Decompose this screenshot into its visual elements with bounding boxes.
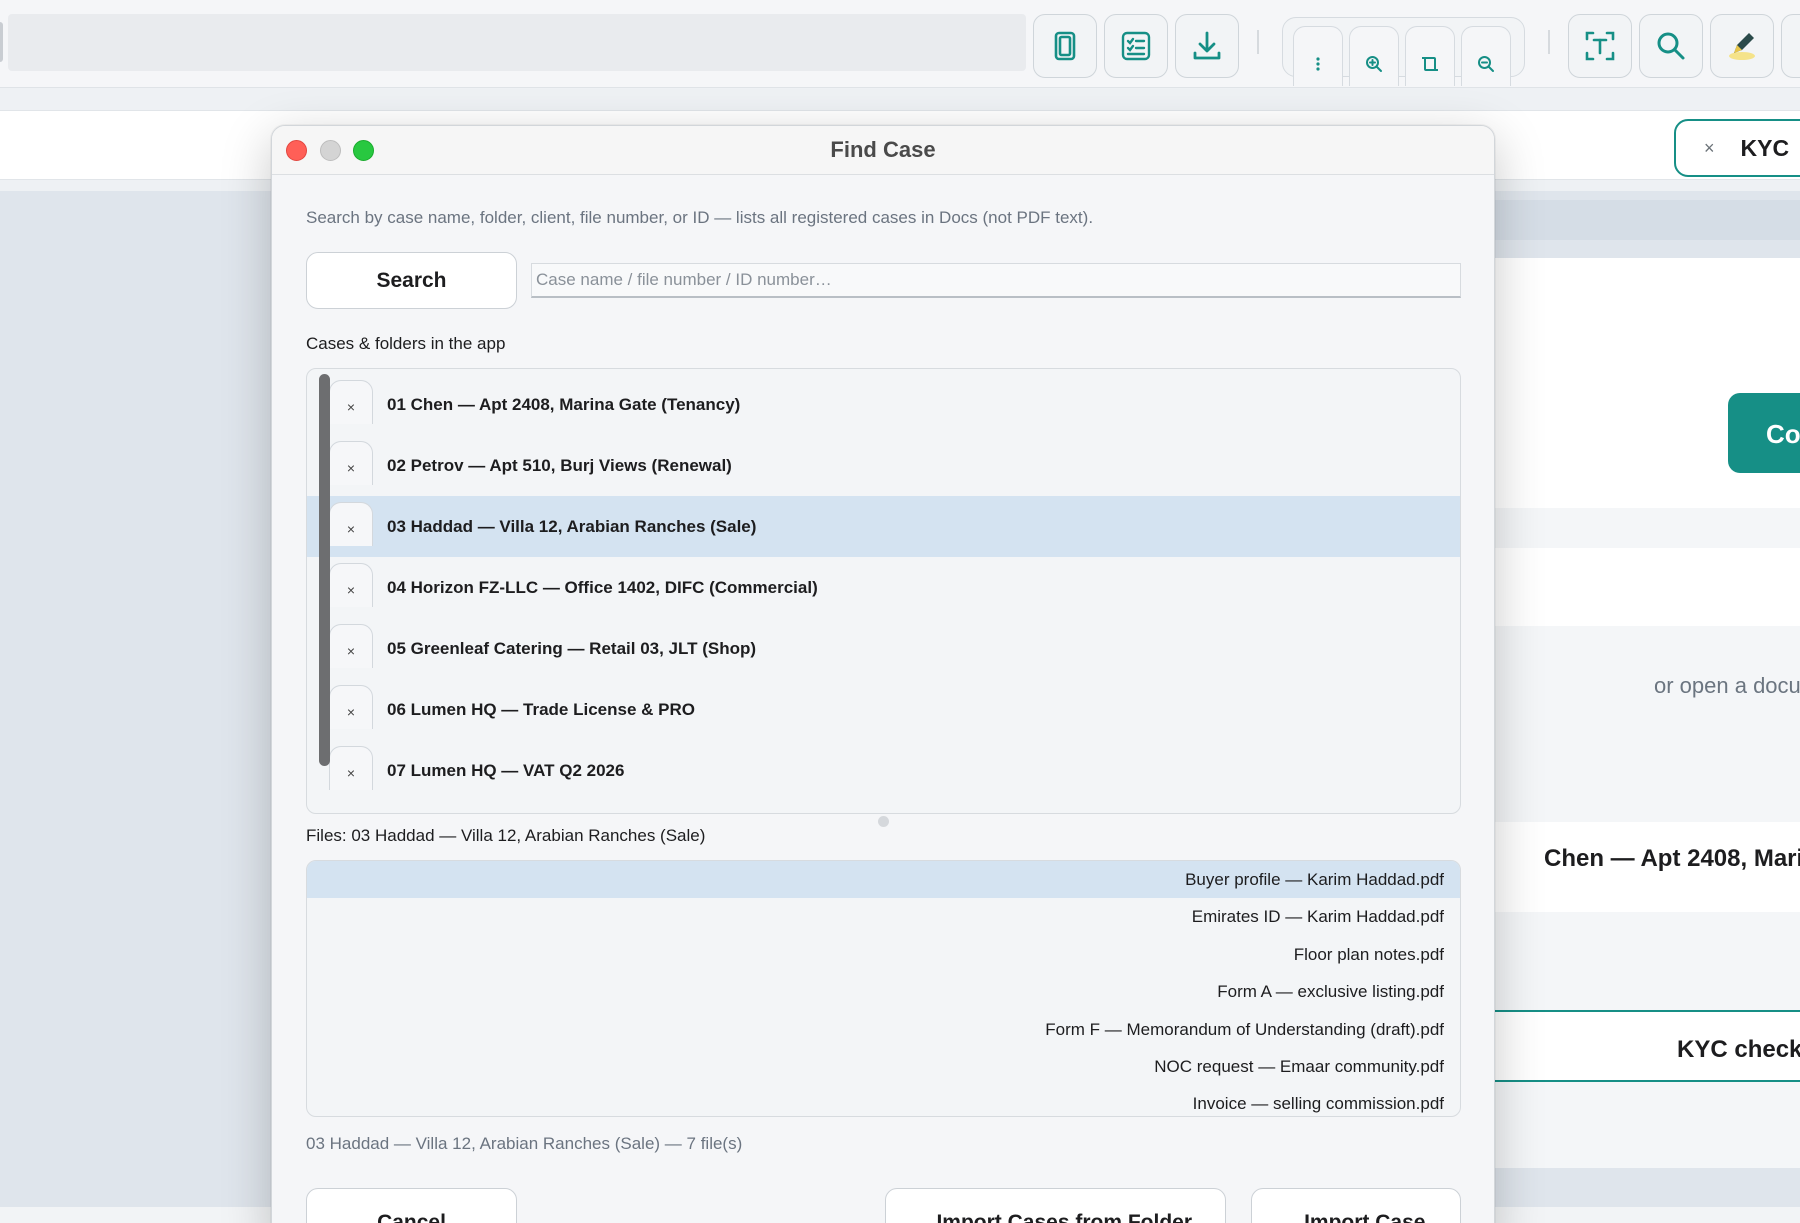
download-icon xyxy=(1193,31,1221,60)
more-options-button[interactable] xyxy=(1293,26,1343,86)
toolbar-address-field[interactable] xyxy=(8,14,1026,71)
case-label: 05 Greenleaf Catering — Retail 03, JLT (… xyxy=(387,639,757,658)
zoom-in-icon xyxy=(1366,55,1382,72)
case-list-item[interactable]: × 06 Lumen HQ — Trade License & PRO xyxy=(307,679,1460,740)
files-section-label: Files: 03 Haddad — Villa 12, Arabian Ran… xyxy=(306,826,706,845)
toolbar-divider xyxy=(1257,30,1259,54)
background-strip xyxy=(1490,200,1800,240)
zoom-out-icon xyxy=(1478,55,1494,72)
dialog-title: Find Case xyxy=(830,137,936,162)
case-list-item[interactable]: × 01 Chen — Apt 2408, Marina Gate (Tenanc… xyxy=(307,374,1460,435)
search-button-toolbar[interactable] xyxy=(1639,14,1703,78)
case-list-item[interactable]: × 05 Greenleaf Catering — Retail 03, JLT … xyxy=(307,618,1460,679)
zoom-out-button[interactable] xyxy=(1461,26,1511,86)
background-card xyxy=(1490,548,1800,626)
file-list-item[interactable]: NOC request — Emaar community.pdf xyxy=(307,1048,1460,1085)
file-list-item[interactable]: Invoice — selling commission.pdf xyxy=(307,1085,1460,1116)
cancel-button[interactable]: Cancel xyxy=(306,1188,517,1223)
fit-width-icon xyxy=(1422,56,1438,71)
text-recognition-button[interactable] xyxy=(1568,14,1632,78)
remove-case-close-icon[interactable]: × xyxy=(329,685,373,729)
toolbar-divider xyxy=(1548,30,1550,54)
background-case-title: Chen — Apt 2408, Mari xyxy=(1544,845,1800,872)
case-list-item[interactable]: × 04 Horizon FZ-LLC — Office 1402, DIFC (… xyxy=(307,557,1460,618)
checklist-button[interactable] xyxy=(1104,14,1168,78)
case-list-scrollbar[interactable] xyxy=(319,374,330,766)
file-list-item[interactable]: Emirates ID — Karim Haddad.pdf xyxy=(307,898,1460,935)
remove-case-close-icon[interactable]: × xyxy=(329,746,373,790)
close-icon[interactable]: × xyxy=(1704,138,1715,159)
background-primary-button[interactable]: Co xyxy=(1728,393,1800,473)
dialog-titlebar: Find Case xyxy=(272,126,1494,175)
import-case-button[interactable]: ...Import Case xyxy=(1251,1188,1461,1223)
zoom-controls xyxy=(1282,17,1525,86)
remove-case-close-icon[interactable]: × xyxy=(329,563,373,607)
search-button[interactable]: Search xyxy=(306,252,517,309)
background-open-document-text: or open a docu xyxy=(1654,673,1800,698)
kyc-tab-label: KYC xyxy=(1740,134,1790,161)
remove-case-close-icon[interactable]: × xyxy=(329,380,373,424)
text-recognition-icon xyxy=(1585,31,1615,61)
book-icon xyxy=(1054,31,1076,61)
highlighter-icon xyxy=(1729,33,1755,60)
highlighter-button[interactable] xyxy=(1710,14,1774,78)
file-list-item[interactable]: Floor plan notes.pdf xyxy=(307,936,1460,973)
cases-section-label: Cases & folders in the app xyxy=(306,334,506,353)
case-label: 04 Horizon FZ-LLC — Office 1402, DIFC (C… xyxy=(387,578,818,597)
remove-case-close-icon[interactable]: × xyxy=(329,624,373,668)
import-cases-from-folder-button[interactable]: ...Import Cases from Folder xyxy=(885,1188,1226,1223)
book-button[interactable] xyxy=(1033,14,1097,78)
download-button[interactable] xyxy=(1175,14,1239,78)
case-label: 06 Lumen HQ — Trade License & PRO xyxy=(387,700,695,719)
fit-width-button[interactable] xyxy=(1405,26,1455,86)
case-label: 07 Lumen HQ — VAT Q2 2026 xyxy=(387,761,625,780)
toolbar-overflow-button[interactable] xyxy=(1781,14,1800,78)
file-list-item[interactable]: Form F — Memorandum of Understanding (dr… xyxy=(307,1011,1460,1048)
case-list-item[interactable]: × 03 Haddad — Villa 12, Arabian Ranches (… xyxy=(307,496,1460,557)
remove-case-close-icon[interactable]: × xyxy=(329,502,373,546)
file-list-item[interactable]: Form A — exclusive listing.pdf xyxy=(307,973,1460,1010)
case-label: 02 Petrov — Apt 510, Burj Views (Renewal… xyxy=(387,456,732,475)
background-kyc-check[interactable]: KYC check xyxy=(1492,1010,1800,1082)
case-label: 01 Chen — Apt 2408, Marina Gate (Tenancy… xyxy=(387,395,741,414)
case-list-item[interactable]: × 02 Petrov — Apt 510, Burj Views (Renewa… xyxy=(307,435,1460,496)
toolbar-edge-handle xyxy=(0,22,3,62)
top-toolbar xyxy=(0,0,1800,88)
remove-case-close-icon[interactable]: × xyxy=(329,441,373,485)
case-list-item[interactable]: × 07 Lumen HQ — VAT Q2 2026 xyxy=(307,740,1460,801)
case-label: 03 Haddad — Villa 12, Arabian Ranches (S… xyxy=(387,517,757,536)
case-list[interactable]: × 07 Lumen HQ — VAT Q2 2026 × 06 Lumen HQ —… xyxy=(306,368,1461,814)
zoom-in-button[interactable] xyxy=(1349,26,1399,86)
find-case-dialog: Find Case Search by case name, folder, c… xyxy=(271,125,1495,1223)
status-text: 03 Haddad — Villa 12, Arabian Ranches (S… xyxy=(306,1134,743,1153)
checklist-icon xyxy=(1121,31,1151,61)
search-hint: Search by case name, folder, client, fil… xyxy=(306,208,1094,227)
file-list[interactable]: Buyer profile — Karim Haddad.pdf Emirates… xyxy=(306,860,1461,1117)
more-vertical-icon xyxy=(1316,56,1320,71)
case-search-input[interactable] xyxy=(531,263,1461,298)
splitter-handle[interactable] xyxy=(878,816,889,827)
background-kyc-tab[interactable]: × KYC xyxy=(1674,119,1800,177)
file-list-item[interactable]: Buyer profile — Karim Haddad.pdf xyxy=(307,861,1460,898)
search-icon xyxy=(1657,32,1685,60)
